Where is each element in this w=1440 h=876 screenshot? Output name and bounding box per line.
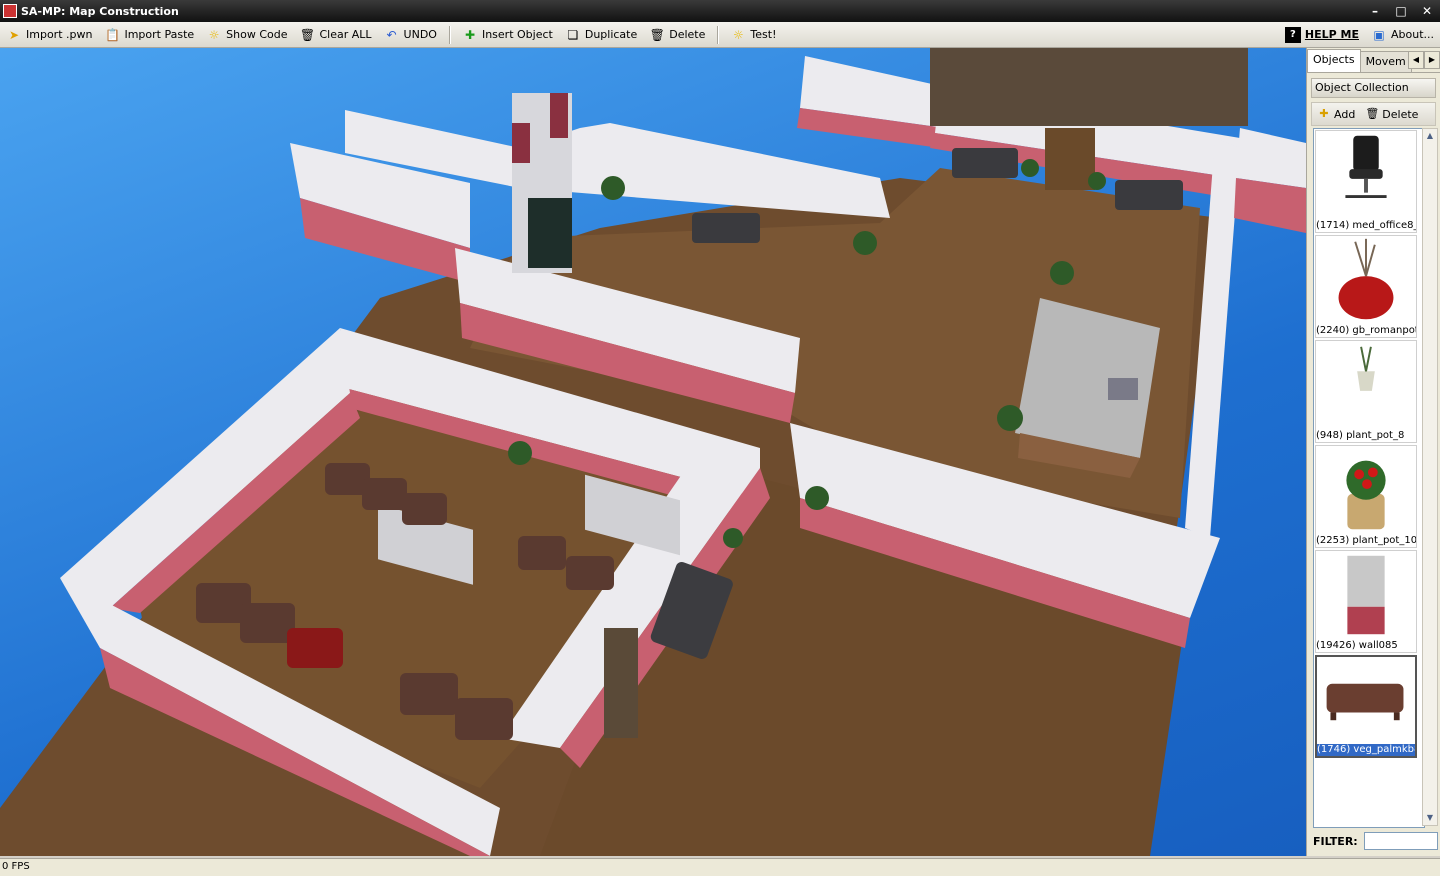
delete-icon: 🗑 (649, 27, 665, 42)
sofa-back-room (692, 213, 760, 243)
office-chair-thumbnail (1345, 135, 1387, 199)
scroll-up-icon[interactable]: ▲ (1423, 129, 1437, 143)
object-list-scrollbar[interactable]: ▲ ▼ (1422, 128, 1438, 826)
insert-object-button[interactable]: ✚ Insert Object (456, 24, 559, 46)
sofa-thumbnail (1326, 683, 1404, 721)
elevator-door (528, 198, 572, 268)
collection-toolbar: ✚ Add 🗑 Delete (1311, 102, 1436, 126)
sofa-right-room-2 (1115, 180, 1183, 210)
window-icon: ▣ (1373, 27, 1385, 42)
list-item-selected[interactable]: (1746) veg_palmkb8 (1315, 655, 1417, 758)
close-button[interactable]: ✕ (1414, 1, 1440, 21)
small-pot-thumbnail (1357, 346, 1375, 391)
chimney-left (512, 123, 530, 163)
clear-all-icon: 🗑 (299, 27, 316, 42)
show-code-icon: ☼ (208, 27, 220, 42)
import-pwn-button[interactable]: ➤ Import .pwn (0, 24, 98, 46)
object-caption: (19426) wall085 (1316, 640, 1416, 652)
import-paste-button[interactable]: 📋 Import Paste (98, 24, 200, 46)
object-caption: (948) plant_pot_8 (1316, 430, 1416, 442)
tab-movement[interactable]: Movem (1359, 51, 1412, 72)
add-object-button[interactable]: ✚ Add (1312, 103, 1360, 125)
filter-label: FILTER: (1313, 834, 1358, 848)
wall-right-outer (1236, 128, 1306, 188)
object-collection-title: Object Collection (1311, 78, 1436, 98)
import-pwn-icon: ➤ (8, 27, 20, 42)
object-list[interactable]: (1714) med_office8_c (2240) gb_romanpot0… (1313, 128, 1425, 828)
list-item[interactable]: (1714) med_office8_c (1315, 130, 1417, 233)
show-code-button[interactable]: ☼ Show Code (200, 24, 293, 46)
tab-scroll-left-icon[interactable]: ◀ (1408, 51, 1424, 69)
help-icon: ? (1284, 26, 1301, 43)
toolbar-separator (448, 25, 450, 44)
window-title: SA-MP: Map Construction (21, 4, 179, 18)
filter-row: FILTER: (1313, 832, 1438, 850)
import-paste-label: Import Paste (124, 28, 195, 41)
about-button[interactable]: ▣ About... (1365, 24, 1440, 46)
side-panel: Objects Movem ◀ ▶ Object Collection ✚ Add… (1306, 48, 1440, 856)
object-caption: (1746) veg_palmkb8 (1317, 744, 1415, 756)
help-label: HELP ME (1304, 28, 1359, 41)
duplicate-label: Duplicate (584, 28, 638, 41)
toolbar-separator (717, 25, 719, 44)
undo-icon: ↶ (386, 27, 397, 42)
maximize-button[interactable]: □ (1388, 1, 1414, 21)
trash-icon: 🗑 (1365, 107, 1380, 120)
door-right-room (1045, 128, 1095, 190)
flower-basket-thumbnail (1346, 460, 1386, 530)
chimney-right (550, 93, 568, 138)
app-icon (3, 4, 17, 18)
duplicate-button[interactable]: ❏ Duplicate (559, 24, 643, 46)
title-bar: SA-MP: Map Construction – □ ✕ (0, 0, 1440, 22)
sofa-right-room-1 (952, 148, 1018, 178)
office-chairs (1108, 378, 1138, 400)
help-button[interactable]: ? HELP ME (1279, 24, 1365, 46)
tab-objects[interactable]: Objects (1307, 49, 1361, 72)
undo-button[interactable]: ↶ UNDO (378, 24, 443, 46)
red-pot-thumbnail (1338, 238, 1394, 320)
test-label: Test! (750, 28, 777, 41)
tab-scroll-right-icon[interactable]: ▶ (1424, 51, 1440, 69)
map-scene (0, 48, 1306, 856)
filter-input[interactable] (1363, 832, 1438, 850)
top-building (930, 48, 1248, 126)
red-chair (287, 628, 343, 668)
clear-all-label: Clear ALL (319, 28, 372, 41)
delete-label: Delete (669, 28, 706, 41)
undo-label: UNDO (403, 28, 437, 41)
insert-object-label: Insert Object (481, 28, 553, 41)
insert-object-icon: ✚ (464, 27, 475, 42)
object-caption: (1714) med_office8_c (1316, 220, 1416, 232)
delete-button[interactable]: 🗑 Delete (643, 24, 711, 46)
about-label: About... (1390, 28, 1434, 41)
object-caption: (2240) gb_romanpot0 (1316, 325, 1416, 337)
door-left-room (604, 628, 638, 738)
import-pwn-label: Import .pwn (26, 28, 93, 41)
main-toolbar: ➤ Import .pwn 📋 Import Paste ☼ Show Code 🗑 C… (0, 22, 1440, 48)
add-label: Add (1334, 107, 1356, 121)
list-item[interactable]: (2253) plant_pot_10 (1315, 445, 1417, 548)
test-icon: ☼ (733, 27, 744, 42)
duplicate-icon: ❏ (567, 27, 579, 42)
object-caption: (2253) plant_pot_10 (1316, 535, 1416, 547)
delete-object-button[interactable]: 🗑 Delete (1360, 103, 1423, 125)
scroll-down-icon[interactable]: ▼ (1423, 811, 1437, 825)
status-bar: 0 FPS (0, 858, 1440, 876)
show-code-label: Show Code (226, 28, 288, 41)
test-button[interactable]: ☼ Test! (724, 24, 782, 46)
panel-tabs: Objects Movem ◀ ▶ (1307, 48, 1440, 73)
minimize-button[interactable]: – (1362, 1, 1388, 21)
delete-label: Delete (1382, 107, 1419, 121)
add-folder-icon: ✚ (1319, 107, 1329, 120)
list-item[interactable]: (2240) gb_romanpot0 (1315, 235, 1417, 338)
3d-viewport[interactable] (0, 48, 1306, 856)
list-item[interactable]: (19426) wall085 (1315, 550, 1417, 653)
clear-all-button[interactable]: 🗑 Clear ALL (294, 24, 378, 46)
wall-panel-thumbnail (1347, 555, 1385, 635)
list-item[interactable]: (948) plant_pot_8 (1315, 340, 1417, 443)
import-paste-icon: 📋 (104, 27, 120, 42)
fps-counter: 0 FPS (2, 861, 30, 872)
